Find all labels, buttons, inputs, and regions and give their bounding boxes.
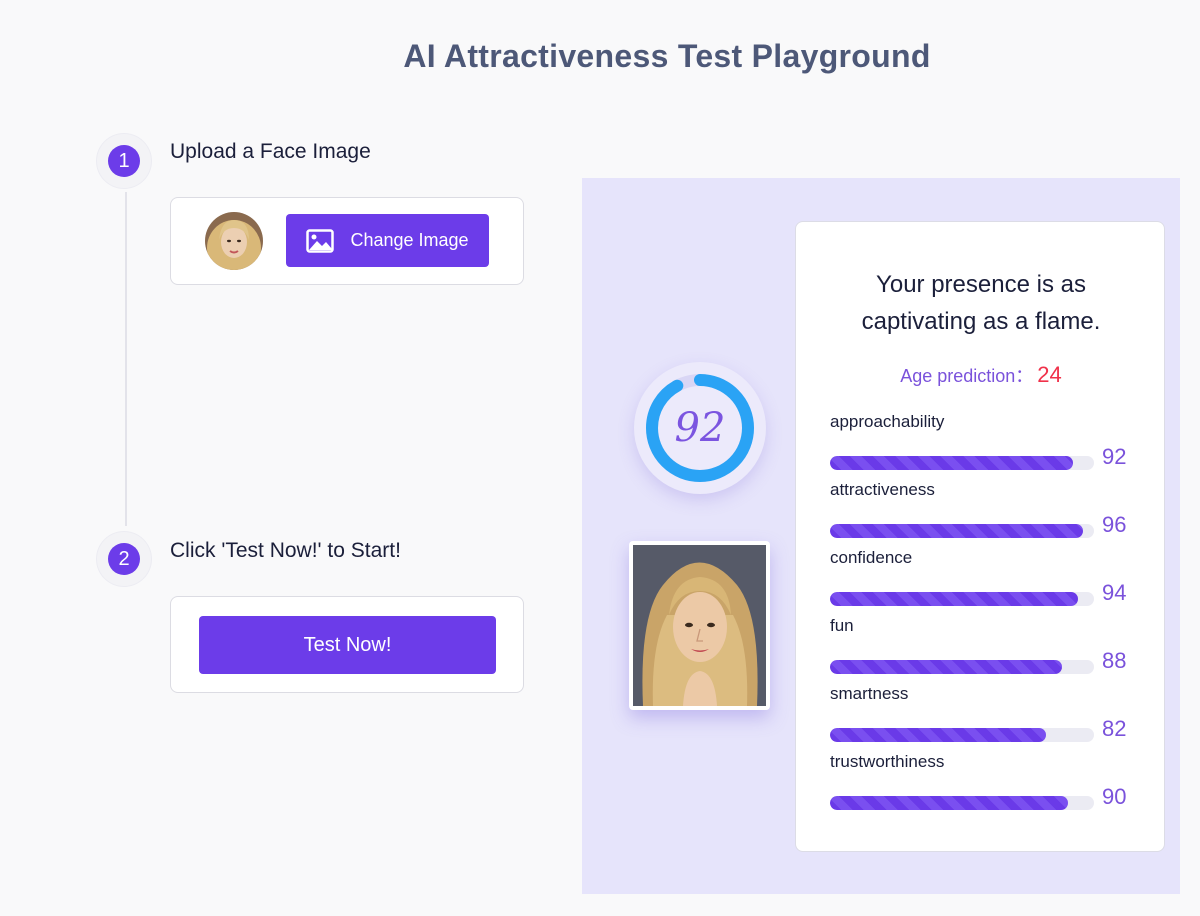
metric-bar-track bbox=[830, 524, 1094, 538]
metric-value: 92 bbox=[1102, 444, 1127, 469]
metric-value: 90 bbox=[1102, 784, 1127, 809]
step-connector-line bbox=[125, 192, 127, 526]
change-image-label: Change Image bbox=[350, 230, 469, 250]
step-2-number: 2 bbox=[108, 543, 140, 575]
metric-bar-track bbox=[830, 456, 1094, 470]
metric-bar-track bbox=[830, 796, 1094, 810]
metric-bar-fill bbox=[830, 456, 1073, 470]
step-1-number: 1 bbox=[108, 145, 140, 177]
metric-value: 96 bbox=[1102, 512, 1127, 537]
metric-value: 82 bbox=[1102, 716, 1127, 741]
change-image-button[interactable]: Change Image bbox=[286, 214, 489, 267]
test-card: Test Now! bbox=[170, 596, 524, 693]
metric-value: 88 bbox=[1102, 648, 1127, 673]
score-value: 92 bbox=[674, 405, 726, 451]
age-label: Age prediction： bbox=[900, 366, 1034, 386]
metric-bar-fill bbox=[830, 796, 1068, 810]
metric-label-approachability: approachability bbox=[830, 412, 945, 431]
age-value: 24 bbox=[1037, 362, 1062, 387]
step-2-badge: 2 bbox=[97, 532, 151, 586]
metric-label-trustworthiness: trustworthiness bbox=[830, 752, 945, 771]
step-1-badge: 1 bbox=[97, 134, 151, 188]
score-gauge: 92 bbox=[634, 362, 766, 494]
metric-value: 94 bbox=[1102, 580, 1127, 605]
metric-label-smartness: smartness bbox=[830, 684, 909, 703]
metric-bar-fill bbox=[830, 728, 1047, 742]
step-1-label: Upload a Face Image bbox=[170, 140, 371, 163]
metric-bar-fill bbox=[830, 592, 1079, 606]
step-2-label: Click 'Test Now!' to Start! bbox=[170, 539, 401, 562]
metric-bar-track bbox=[830, 728, 1094, 742]
metric-label-fun: fun bbox=[830, 616, 854, 635]
metric-bar-track bbox=[830, 592, 1094, 606]
result-card: Your presence is as captivating as a fla… bbox=[795, 221, 1165, 852]
age-prediction: Age prediction： 24 bbox=[796, 362, 1166, 388]
test-now-button[interactable]: Test Now! bbox=[199, 616, 496, 674]
result-headline: Your presence is as captivating as a fla… bbox=[861, 271, 1101, 335]
metric-bar-track bbox=[830, 660, 1094, 674]
metric-bar-fill bbox=[830, 660, 1063, 674]
face-photo bbox=[629, 541, 770, 710]
metric-bar-fill bbox=[830, 524, 1084, 538]
image-icon bbox=[306, 228, 335, 253]
uploaded-face-thumbnail bbox=[205, 212, 263, 270]
metric-label-attractiveness: attractiveness bbox=[830, 480, 935, 499]
upload-card: Change Image bbox=[170, 197, 524, 285]
page-title: AI Attractiveness Test Playground bbox=[403, 38, 931, 74]
metric-label-confidence: confidence bbox=[830, 548, 913, 567]
